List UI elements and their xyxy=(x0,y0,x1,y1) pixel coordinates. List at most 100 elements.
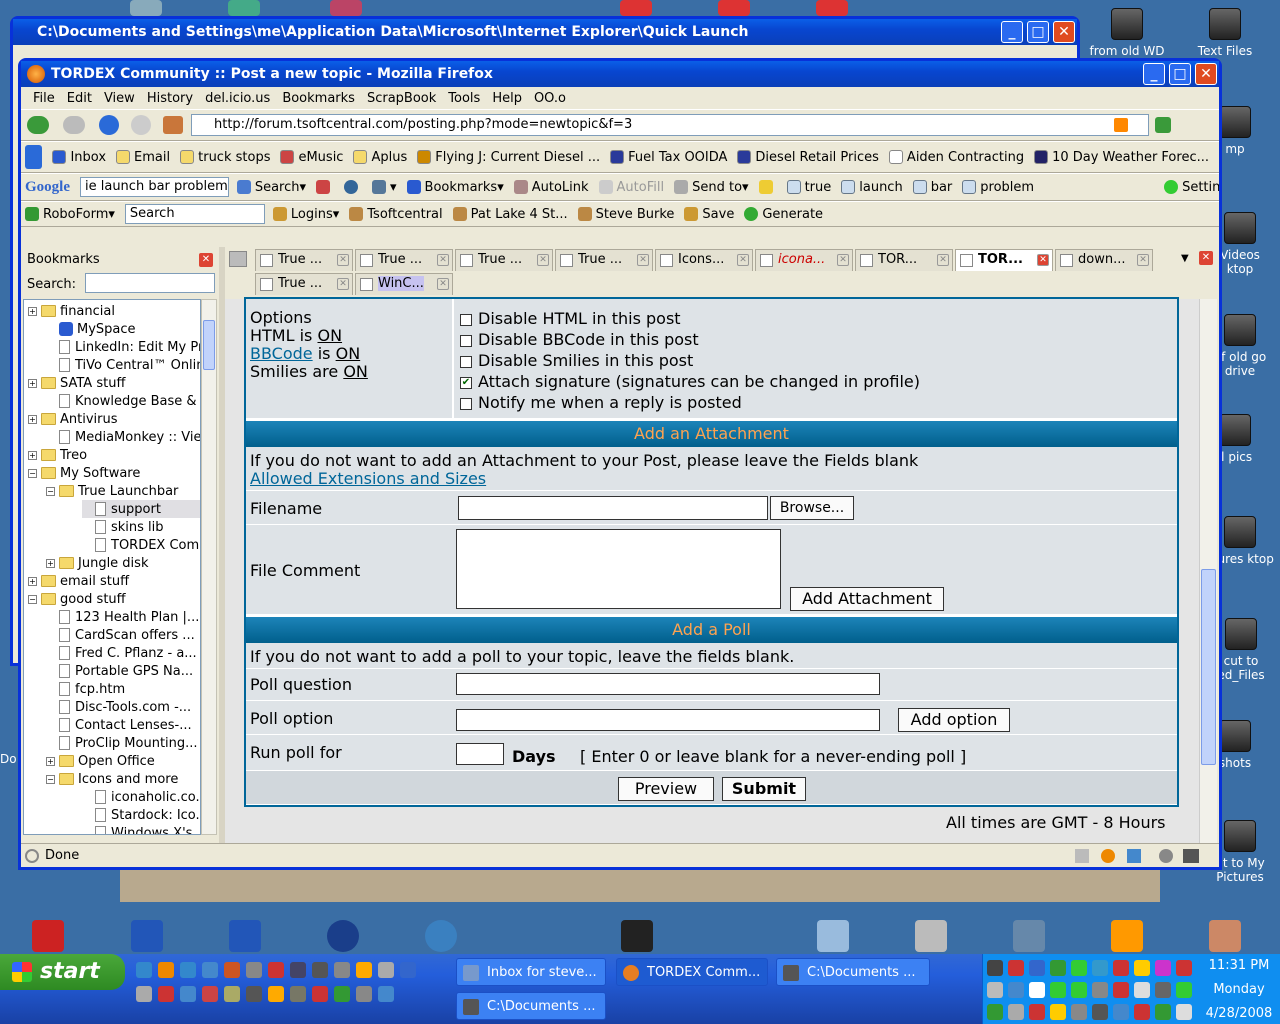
tray-icon[interactable] xyxy=(1155,982,1171,998)
scroll-thumb[interactable] xyxy=(203,320,215,370)
file-comment-textarea[interactable] xyxy=(456,529,781,609)
bookmark-tree-item[interactable]: + email stuff xyxy=(28,572,129,590)
filename-input[interactable] xyxy=(458,496,768,520)
desktop-top-icon[interactable] xyxy=(330,0,362,16)
menu-item[interactable]: ScrapBook xyxy=(361,91,442,106)
menu-item[interactable]: Bookmarks xyxy=(276,91,361,106)
tray-icon[interactable] xyxy=(1050,1004,1066,1020)
forward-icon[interactable] xyxy=(63,116,85,134)
quick-launch-icon[interactable] xyxy=(224,986,240,1002)
tab-close-icon[interactable]: ✕ xyxy=(637,254,649,266)
desktop-bottom-icon[interactable] xyxy=(1209,920,1241,952)
browser-tab[interactable]: True ... ✕ xyxy=(255,273,353,295)
quick-launch-icon[interactable] xyxy=(268,962,284,978)
google-settings-button[interactable]: Settings▾ xyxy=(1164,180,1219,195)
tab-close-icon[interactable]: ✕ xyxy=(937,254,949,266)
desktop-bottom-icon[interactable] xyxy=(1111,920,1143,952)
quick-launch-icon[interactable] xyxy=(158,986,174,1002)
tray-icon[interactable] xyxy=(1071,1004,1087,1020)
quick-launch-icon[interactable] xyxy=(136,962,152,978)
tab-close-icon[interactable]: ✕ xyxy=(1137,254,1149,266)
allowed-extensions-link[interactable]: Allowed Extensions and Sizes xyxy=(250,469,486,488)
tray-icon[interactable] xyxy=(1092,982,1108,998)
tray-icon[interactable] xyxy=(1050,982,1066,998)
option-checkbox-row[interactable]: Notify me when a reply is posted xyxy=(460,393,742,412)
tray-icon[interactable] xyxy=(1176,960,1192,976)
firefox-titlebar[interactable]: TORDEX Community :: Post a new topic - M… xyxy=(21,61,1219,87)
option-checkbox-row[interactable]: Disable BBCode in this post xyxy=(460,330,699,349)
bookmark-item[interactable]: Email xyxy=(116,150,170,165)
bookmark-item[interactable]: truck stops xyxy=(180,150,270,165)
status-tray-icon[interactable] xyxy=(1101,849,1115,863)
maximize-button[interactable]: □ xyxy=(1027,21,1049,43)
minimize-button[interactable]: _ xyxy=(1143,63,1165,85)
google-search-button[interactable]: Search ▾ xyxy=(236,180,306,195)
toolbar-icon[interactable] xyxy=(316,180,334,194)
tray-icon[interactable] xyxy=(1092,960,1108,976)
go-icon[interactable] xyxy=(1155,117,1171,133)
tab-close-icon[interactable]: ✕ xyxy=(337,254,349,266)
tray-icon[interactable] xyxy=(1050,960,1066,976)
rss-icon[interactable] xyxy=(1114,118,1128,132)
pdf-icon[interactable] xyxy=(718,0,750,16)
bookmark-tree-item[interactable]: Fred C. Pflanz - a... xyxy=(46,644,197,662)
ddl-icon[interactable] xyxy=(621,920,653,952)
explorer-titlebar[interactable]: C:\Documents and Settings\me\Application… xyxy=(13,19,1077,45)
quick-launch-icon[interactable] xyxy=(312,986,328,1002)
desktop-top-icon[interactable] xyxy=(130,0,162,16)
tray-icon[interactable] xyxy=(1134,960,1150,976)
browser-tab[interactable]: Icons... ✕ xyxy=(655,249,753,271)
bookmark-item[interactable]: Aiden Contracting xyxy=(888,150,1024,165)
expand-icon[interactable]: + xyxy=(46,558,55,568)
bookmark-tree-item[interactable]: − Icons and more xyxy=(46,770,178,788)
tray-icon[interactable] xyxy=(987,960,1003,976)
expand-icon[interactable]: + xyxy=(28,576,37,586)
quick-launch-icon[interactable] xyxy=(334,986,350,1002)
quick-launch-icon[interactable] xyxy=(136,986,152,1002)
close-tab-icon[interactable]: ✕ xyxy=(1199,251,1213,265)
bookmark-tree-item[interactable]: + Antivirus xyxy=(28,410,118,428)
google-earth-icon[interactable] xyxy=(327,920,359,952)
desktop-bottom-icon[interactable] xyxy=(1013,920,1045,952)
tray-icon[interactable] xyxy=(1155,1004,1171,1020)
quick-launch-icon[interactable] xyxy=(356,962,372,978)
bookmark-tree-item[interactable]: + SATA stuff xyxy=(28,374,125,392)
tray-icon[interactable] xyxy=(1029,960,1045,976)
highlight-button[interactable] xyxy=(758,180,777,194)
bookmark-tree-item[interactable]: TORDEX Com... xyxy=(82,536,200,554)
search-term-launch[interactable]: launch xyxy=(841,180,903,195)
quick-launch-icon[interactable] xyxy=(356,986,372,1002)
sidebar-toggle-icon[interactable] xyxy=(25,145,43,169)
browser-tab[interactable]: icona... ✕ xyxy=(755,249,853,271)
bookmark-item[interactable]: Diesel Retail Prices xyxy=(737,150,879,165)
roboform-search-input[interactable]: Search xyxy=(124,204,265,224)
menu-item[interactable]: History xyxy=(141,91,199,106)
reload-icon[interactable] xyxy=(99,115,119,135)
bookmark-tree-item[interactable]: fcp.htm xyxy=(46,680,125,698)
desktop-icon-do[interactable]: Do xyxy=(0,752,20,766)
clock-time[interactable]: 11:31 PM xyxy=(1199,958,1279,973)
bookmark-tree-item[interactable]: Knowledge Base & F... xyxy=(46,392,200,410)
bookmark-tree-item[interactable]: Disc-Tools.com -... xyxy=(46,698,191,716)
pdf-icon[interactable] xyxy=(816,0,848,16)
quick-launch-icon[interactable] xyxy=(180,962,196,978)
tray-icon[interactable] xyxy=(1029,982,1045,998)
tab-close-icon[interactable]: ✕ xyxy=(337,278,349,290)
checkbox[interactable]: ✔ xyxy=(460,376,472,389)
tray-icon[interactable] xyxy=(1113,1004,1129,1020)
tray-icon[interactable] xyxy=(1155,960,1171,976)
bookmark-tree-item[interactable]: − True Launchbar xyxy=(46,482,178,500)
quick-launch-icon[interactable] xyxy=(290,986,306,1002)
bookmark-tree-item[interactable]: skins lib xyxy=(82,518,164,536)
toolbar-icon[interactable] xyxy=(344,180,362,194)
tray-icon[interactable] xyxy=(1113,960,1129,976)
bookmark-tree-item[interactable]: support xyxy=(82,500,200,518)
menu-item[interactable]: View xyxy=(98,91,141,106)
tray-icon[interactable] xyxy=(1134,982,1150,998)
quick-launch-icon[interactable] xyxy=(312,962,328,978)
collapse-icon[interactable]: − xyxy=(46,486,55,496)
poll-question-input[interactable] xyxy=(456,673,880,695)
bookmark-tree-item[interactable]: TiVo Central™ Online xyxy=(46,356,200,374)
collapse-icon[interactable]: − xyxy=(28,468,37,478)
roboform-item[interactable]: Steve Burke xyxy=(577,207,674,222)
